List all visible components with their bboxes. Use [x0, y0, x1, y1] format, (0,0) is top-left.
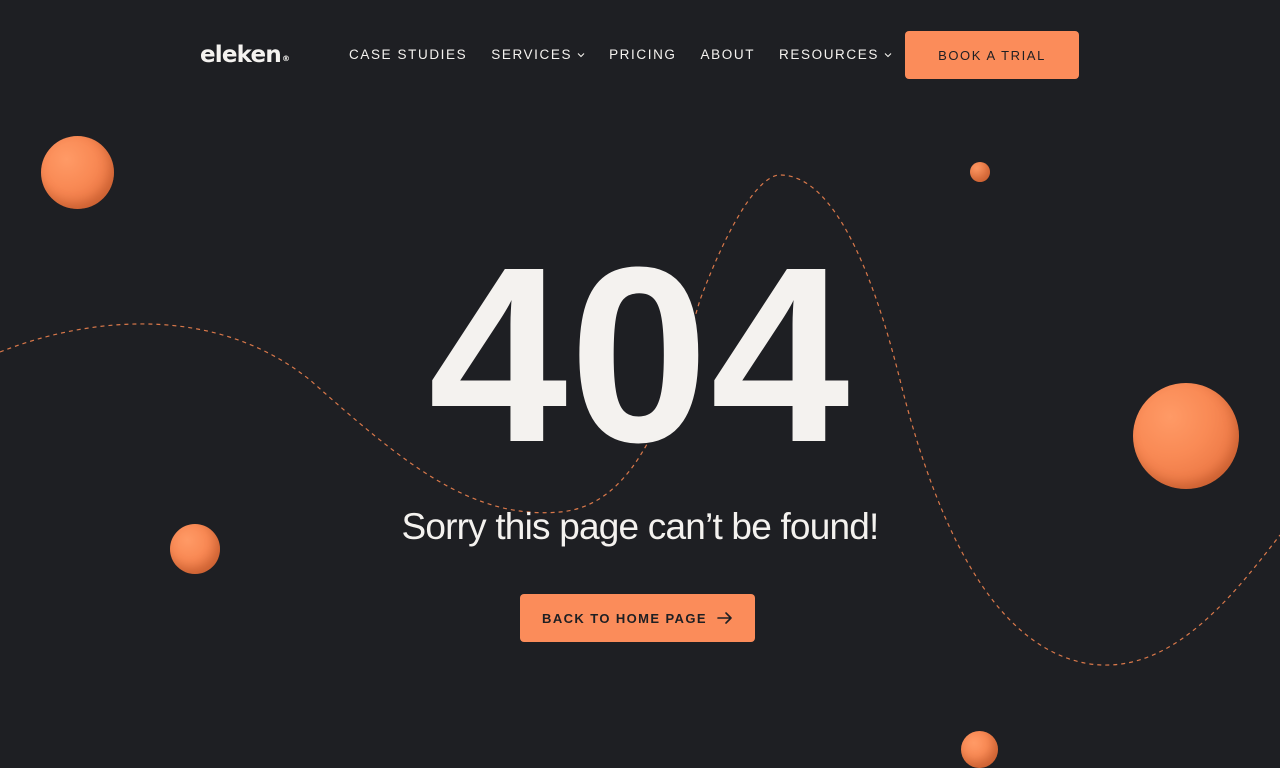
- chevron-down-icon: [884, 53, 892, 58]
- site-header: eleken® CASE STUDIES SERVICES PRICING AB…: [0, 0, 1280, 110]
- nav-item-about[interactable]: ABOUT: [701, 46, 756, 64]
- nav-item-label: RESOURCES: [779, 47, 879, 62]
- nav-item-label: CASE STUDIES: [349, 47, 468, 62]
- nav-item-pricing[interactable]: PRICING: [609, 46, 676, 64]
- book-trial-button[interactable]: BOOK A TRIAL: [905, 31, 1079, 79]
- book-trial-label: BOOK A TRIAL: [938, 47, 1046, 63]
- decorative-sphere: [1133, 383, 1239, 489]
- logo-text: eleken: [200, 42, 282, 68]
- registered-mark: ®: [281, 54, 290, 63]
- decorative-sphere: [41, 136, 114, 209]
- decorative-sphere: [961, 731, 998, 768]
- back-to-home-button[interactable]: BACK TO HOME PAGE: [520, 594, 755, 642]
- decorative-sphere: [970, 162, 990, 182]
- nav-item-services[interactable]: SERVICES: [491, 46, 585, 64]
- arrow-right-icon: [717, 612, 732, 624]
- nav-item-case-studies[interactable]: CASE STUDIES: [349, 46, 467, 64]
- eleken-logo[interactable]: eleken®: [200, 40, 290, 70]
- nav-item-resources[interactable]: RESOURCES: [779, 46, 892, 64]
- back-to-home-label: BACK TO HOME PAGE: [542, 610, 707, 626]
- nav-item-label: ABOUT: [700, 47, 756, 62]
- error-code: 404: [428, 215, 852, 494]
- chevron-down-icon: [577, 53, 585, 58]
- nav-item-label: SERVICES: [491, 47, 573, 62]
- nav-item-label: PRICING: [609, 47, 677, 62]
- error-message: Sorry this page can’t be found!: [401, 506, 879, 547]
- decorative-sphere: [170, 524, 220, 574]
- main-nav: CASE STUDIES SERVICES PRICING ABOUT RESO…: [349, 46, 916, 64]
